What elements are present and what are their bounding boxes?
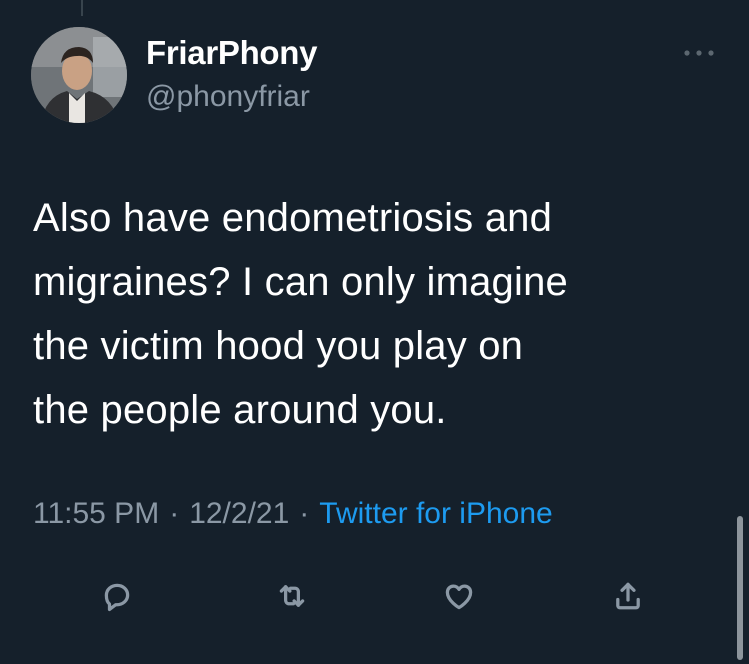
avatar[interactable] <box>31 27 127 123</box>
tweet-meta: 11:55 PM · 12/2/21 · Twitter for iPhone <box>33 497 553 531</box>
profile-photo <box>31 27 127 123</box>
more-dots-icon <box>684 50 714 56</box>
reply-icon <box>104 583 130 612</box>
tweet-time[interactable]: 11:55 PM <box>33 497 159 530</box>
share-button[interactable] <box>608 576 648 616</box>
handle[interactable]: @phonyfriar <box>146 80 310 114</box>
display-name[interactable]: FriarPhony <box>146 34 318 72</box>
more-options-button[interactable] <box>672 38 726 68</box>
scrollbar[interactable] <box>737 516 743 660</box>
reply-button[interactable] <box>97 576 137 616</box>
heart-icon <box>445 584 473 610</box>
tweet-text: Also have endometriosis and migraines? I… <box>33 196 568 432</box>
tweet-date[interactable]: 12/2/21 <box>189 497 289 530</box>
share-icon <box>616 582 640 610</box>
meta-separator: · <box>169 497 180 530</box>
thread-connector-line <box>81 0 83 16</box>
retweet-icon <box>279 585 305 607</box>
retweet-button[interactable] <box>272 576 312 616</box>
meta-separator: · <box>299 497 310 530</box>
tweet-source-link[interactable]: Twitter for iPhone <box>319 497 552 530</box>
action-divider <box>0 552 749 553</box>
like-button[interactable] <box>439 576 479 616</box>
